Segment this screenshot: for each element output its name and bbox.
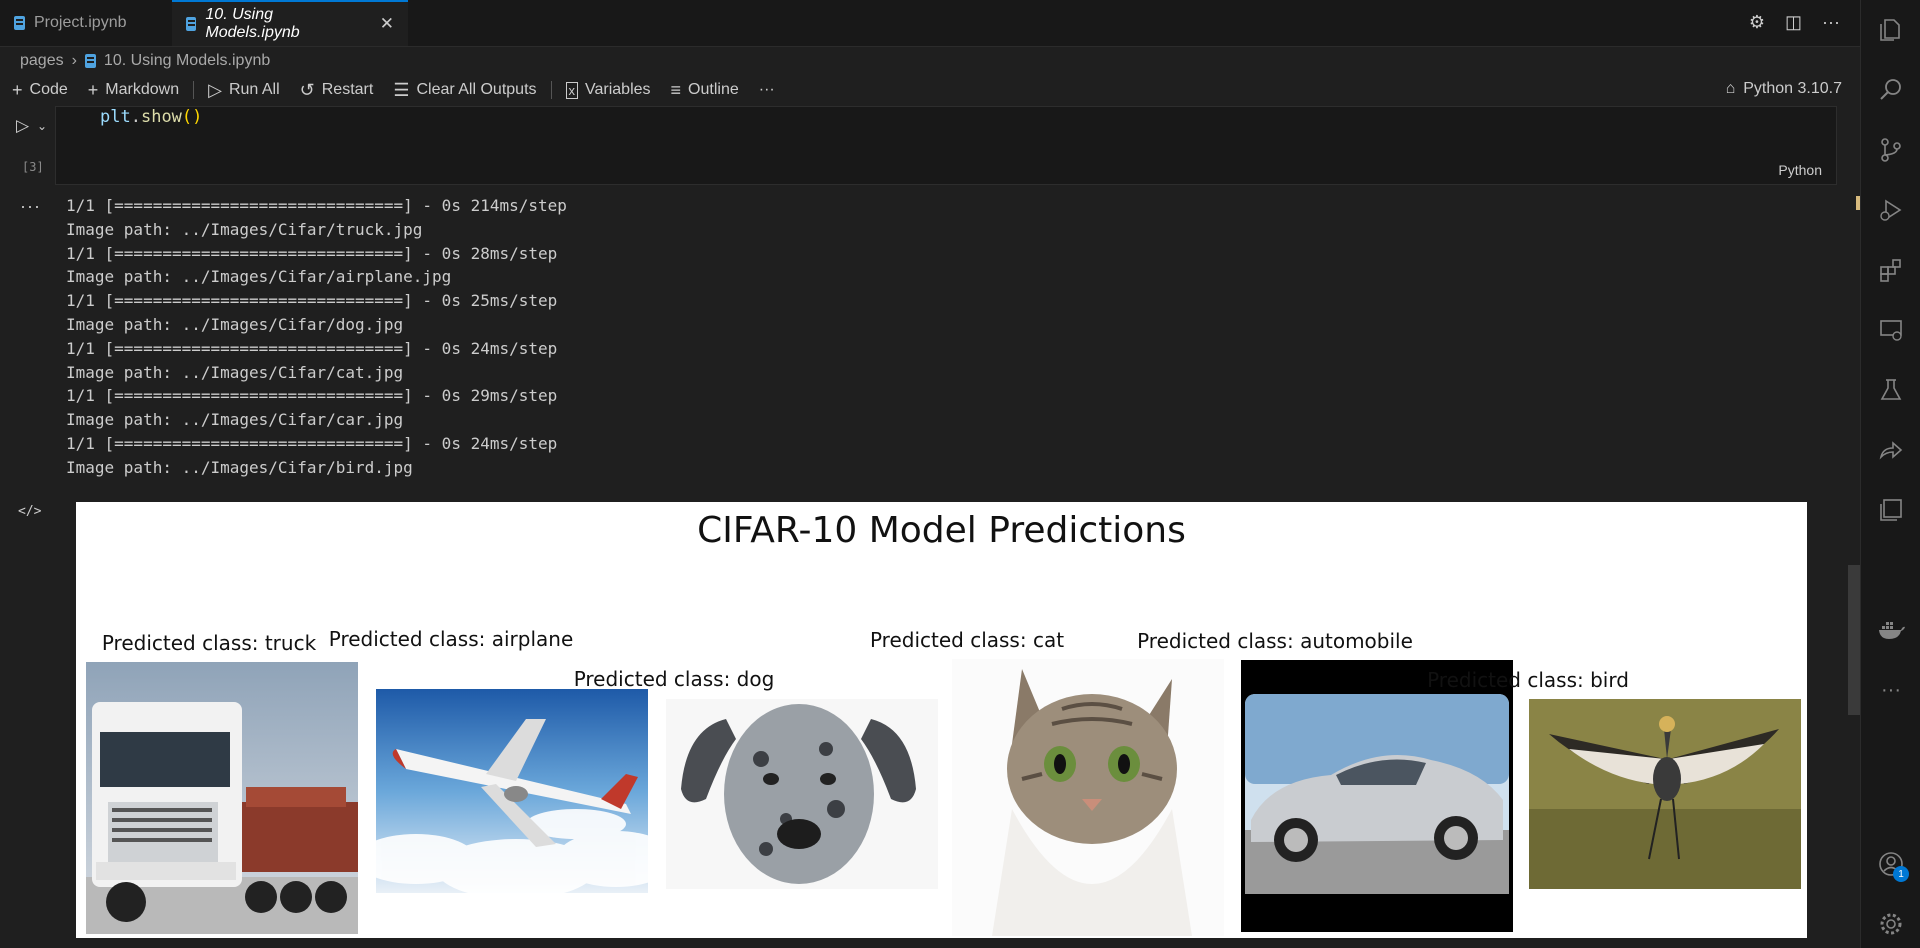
output-line: Image path: ../Images/Cifar/bird.jpg — [66, 457, 413, 477]
cell-output-text: 1/1 [==============================] - 0… — [66, 194, 567, 480]
add-markdown-cell-button[interactable]: + Markdown — [88, 80, 179, 101]
notebook-file-icon — [14, 16, 25, 30]
chevron-down-icon[interactable]: ⌄ — [37, 119, 47, 133]
add-code-cell-button[interactable]: + Code — [12, 80, 68, 101]
editor-scrollbar[interactable] — [1848, 565, 1860, 715]
prediction-caption: Predicted class: cat — [869, 628, 1065, 652]
button-label: Clear All Outputs — [416, 81, 537, 98]
prediction-caption: Predicted class: automobile — [1137, 629, 1413, 653]
settings-icon[interactable]: ⚙ — [1749, 12, 1765, 33]
button-label: Code — [29, 81, 68, 98]
variables-button[interactable]: x Variables — [565, 81, 651, 99]
code-cell-editor[interactable]: plt.show() Python — [55, 106, 1837, 185]
accounts-badge: 1 — [1893, 866, 1909, 882]
notebook-file-icon — [186, 17, 197, 31]
execution-count: [3] — [22, 160, 44, 174]
chevron-right-icon: › — [71, 52, 77, 69]
kernel-picker[interactable]: ⌂ Python 3.10.7 — [1726, 80, 1842, 98]
remote-explorer-icon[interactable] — [1875, 314, 1907, 346]
plus-icon: + — [12, 79, 23, 100]
output-line: 1/1 [==============================] - 0… — [66, 386, 558, 406]
manage-gear-icon[interactable] — [1875, 908, 1907, 940]
more-icon[interactable]: ··· — [1875, 674, 1907, 706]
output-line: 1/1 [==============================] - 0… — [66, 196, 567, 215]
figure-title: CIFAR-10 Model Predictions — [697, 510, 1186, 551]
automobile-image — [1241, 660, 1513, 932]
output-line: Image path: ../Images/Cifar/airplane.jpg — [66, 267, 452, 287]
button-label: Markdown — [105, 81, 180, 98]
tab-using-models-ipynb[interactable]: 10. Using Models.ipynb ✕ — [172, 0, 408, 46]
accounts-icon[interactable]: 1 — [1875, 848, 1909, 882]
truck-image — [86, 662, 358, 934]
code-line: plt.show() — [100, 107, 203, 127]
output-line: Image path: ../Images/Cifar/cat.jpg — [66, 362, 404, 382]
tab-label: 10. Using Models.ipynb — [205, 6, 300, 41]
source-control-icon[interactable] — [1875, 134, 1907, 166]
editor-actions: ⚙ ◫ ··· — [1749, 12, 1840, 33]
bird-image — [1529, 699, 1801, 889]
prediction-caption: Predicted class: airplane — [328, 627, 574, 651]
docker-icon[interactable] — [1875, 614, 1907, 646]
outline-icon: ≡ — [670, 79, 682, 100]
editor-tab-bar: Project.ipynb 10. Using Models.ipynb ✕ ⚙… — [0, 0, 1860, 47]
split-editor-icon[interactable]: ◫ — [1785, 12, 1802, 33]
more-icon: ··· — [758, 81, 775, 98]
toolbar-divider — [550, 81, 552, 99]
dog-image — [666, 699, 938, 889]
testing-icon[interactable] — [1875, 374, 1907, 406]
restart-icon: ↺ — [299, 79, 315, 100]
breadcrumb: pages › 10. Using Models.ipynb — [0, 47, 1860, 75]
toolbar-divider — [193, 81, 195, 99]
activity-bar: ··· 1 — [1860, 0, 1920, 948]
output-line: Image path: ../Images/Cifar/dog.jpg — [66, 314, 404, 334]
tab-project-ipynb[interactable]: Project.ipynb — [0, 0, 170, 46]
live-share-icon[interactable] — [1875, 434, 1907, 466]
output-line: Image path: ../Images/Cifar/truck.jpg — [66, 219, 423, 239]
toolbar-more-button[interactable]: ··· — [759, 81, 775, 99]
breadcrumb-folder[interactable]: pages — [20, 52, 64, 70]
clear-all-icon: ☰ — [393, 79, 410, 100]
output-line: Image path: ../Images/Cifar/car.jpg — [66, 410, 404, 430]
tab-label: Project.ipynb — [34, 14, 127, 31]
output-line: 1/1 [==============================] - 0… — [66, 243, 558, 263]
cat-image — [952, 659, 1224, 936]
code-object: plt — [100, 107, 131, 127]
outline-button[interactable]: ≡ Outline — [671, 80, 739, 101]
close-icon[interactable]: ✕ — [380, 14, 394, 34]
output-line: 1/1 [==============================] - 0… — [66, 433, 558, 453]
button-label: Restart — [321, 81, 374, 98]
prediction-caption: Predicted class: bird — [1427, 668, 1629, 692]
restart-button[interactable]: ↺ Restart — [300, 80, 374, 101]
kernel-label: Python 3.10.7 — [1743, 80, 1842, 97]
kernel-icon: ⌂ — [1725, 80, 1736, 97]
run-all-icon: ▷ — [208, 79, 222, 100]
run-all-button[interactable]: ▷ Run All — [208, 80, 280, 101]
run-debug-icon[interactable] — [1875, 194, 1907, 226]
clear-all-outputs-button[interactable]: ☰ Clear All Outputs — [393, 80, 536, 101]
output-line: 1/1 [==============================] - 0… — [66, 338, 558, 358]
output-line: 1/1 [==============================] - 0… — [66, 291, 558, 311]
variables-icon: x — [565, 81, 579, 99]
extensions-icon[interactable] — [1875, 254, 1907, 286]
breadcrumb-file[interactable]: 10. Using Models.ipynb — [104, 52, 270, 70]
plus-icon: + — [87, 79, 99, 100]
output-actions-icon[interactable]: ··· — [20, 196, 41, 217]
button-label: Run All — [228, 81, 280, 98]
html-output-icon[interactable]: </> — [18, 504, 41, 519]
cell-language[interactable]: Python — [1778, 162, 1822, 178]
notebook-file-icon — [84, 54, 96, 68]
airplane-image — [376, 689, 648, 893]
prediction-caption: Predicted class: dog — [573, 667, 775, 691]
button-label: Outline — [688, 81, 739, 98]
run-cell-icon[interactable]: ▷ — [16, 116, 29, 136]
search-icon[interactable] — [1875, 74, 1907, 106]
more-actions-icon[interactable]: ··· — [1822, 12, 1840, 33]
code-function: show — [140, 107, 182, 127]
button-label: Variables — [585, 81, 651, 98]
prediction-figure: CIFAR-10 Model Predictions Predicted cla… — [76, 502, 1807, 938]
jupyter-icon[interactable] — [1875, 494, 1907, 526]
explorer-icon[interactable] — [1875, 14, 1907, 46]
notebook-toolbar: + Code + Markdown ▷ Run All ↺ Restart ☰ … — [0, 75, 1860, 105]
